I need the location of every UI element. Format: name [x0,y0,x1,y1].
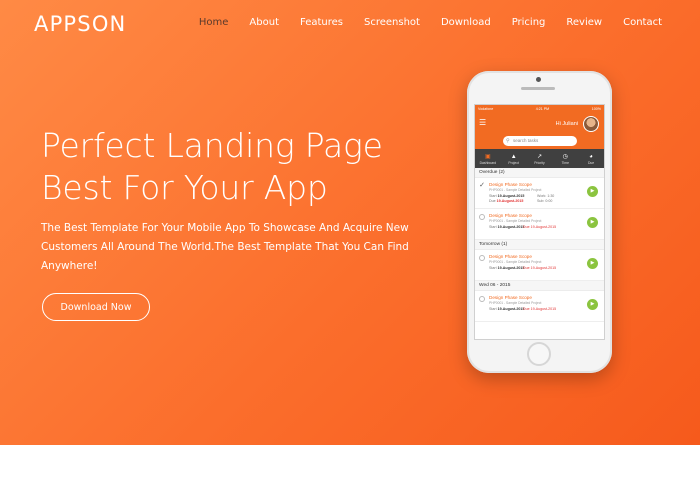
task-title: Design Phase Scope [489,182,532,187]
task-meta: Due 19-August-2015 [523,266,557,270]
play-icon[interactable]: ▶ [587,258,598,269]
task-subtitle: PHP0001 - Sample Detailed Project [489,188,542,192]
priority-icon: ↗ [536,153,542,160]
section-overdue: Overdue (2) [475,168,604,178]
task-meta: Due 19-August-2015 [523,225,557,229]
checkbox[interactable] [479,296,485,302]
hero-headline: Perfect Landing Page Best For Your App [41,125,383,209]
avatar[interactable] [583,116,599,132]
headline-line-1: Perfect Landing Page [41,126,383,165]
checkmark-icon[interactable]: ✓ [479,182,485,189]
tab-due[interactable]: ◕ Due [580,153,602,165]
hero-section: APPSON Home About Features Screenshot Do… [0,0,700,445]
tab-dashboard[interactable]: ▣ Dashboard [477,153,499,165]
task-meta: Due 19-August-2015 [523,307,557,311]
task-item[interactable]: Design Phase Scope PHP0001 - Sample Deta… [475,291,604,322]
play-icon[interactable]: ▶ [587,299,598,310]
search-input[interactable]: ⚲ search tasks [503,136,577,146]
phone-speaker [521,87,555,90]
tab-priority[interactable]: ↗ Priority [528,153,550,165]
checkbox[interactable] [479,255,485,261]
site-logo[interactable]: APPSON [34,12,126,36]
section-wed: Wed 06 - 2015 [475,281,604,291]
menu-icon[interactable]: ☰ [479,119,486,127]
section-tomorrow: Tomorrow (1) [475,240,604,250]
task-start: Start 19-August-2015 [489,307,525,311]
task-item[interactable]: ✓ Design Phase Scope PHP0001 - Sample De… [475,178,604,209]
project-icon: ▲ [510,153,517,160]
phone-mockup: Vodafone 4:21 PM 100% ☰ Hi Juliani ⚲ sea… [467,71,612,373]
nav-home[interactable]: Home [199,17,229,28]
play-icon[interactable]: ▶ [587,217,598,228]
headline-line-2: Best For Your App [41,168,328,207]
nav-contact[interactable]: Contact [623,17,662,28]
nav-download[interactable]: Download [441,17,491,28]
dashboard-icon: ▣ [485,153,491,160]
task-title: Design Phase Scope [489,295,532,300]
status-time: 4:21 PM [535,107,550,111]
phone-camera [536,77,541,82]
hero-subtext: The Best Template For Your Mobile App To… [41,222,409,272]
task-item[interactable]: Design Phase Scope PHP0001 - Sample Deta… [475,209,604,240]
task-title: Design Phase Scope [489,213,532,218]
task-start: Start 19-August-2015 [489,194,525,198]
task-subtitle: PHP0001 - Sample Detailed Project [489,260,542,264]
nav-screenshot[interactable]: Screenshot [364,17,420,28]
task-title: Design Phase Scope [489,254,532,259]
nav-pricing[interactable]: Pricing [512,17,546,28]
task-subtitle: PHP0001 - Sample Detailed Project [489,219,542,223]
due-icon: ◕ [589,153,593,160]
task-item[interactable]: Design Phase Scope PHP0001 - Sample Deta… [475,250,604,281]
task-due: Due 19-August-2015 [489,199,524,203]
task-start: Start 19-August-2015 [489,225,525,229]
play-icon[interactable]: ▶ [587,186,598,197]
download-now-button[interactable]: Download Now [42,293,150,321]
carrier-label: Vodafone [478,107,494,111]
app-tab-bar: ▣ Dashboard ▲ Project ↗ Priority ◷ Time ◕ Due [475,149,604,168]
checkbox[interactable] [479,214,485,220]
task-subtitle: PHP0001 - Sample Detailed Project [489,301,542,305]
task-meta: Sub: 0:00 [537,199,553,203]
task-start: Start 19-August-2015 [489,266,525,270]
main-nav: Home About Features Screenshot Download … [178,17,662,28]
search-icon: ⚲ [506,138,510,144]
phone-screen: Vodafone 4:21 PM 100% ☰ Hi Juliani ⚲ sea… [474,104,605,340]
nav-about[interactable]: About [249,17,279,28]
battery-label: 100% [591,107,601,111]
tab-time[interactable]: ◷ Time [554,153,576,165]
next-section [0,445,700,500]
greeting-text: Hi Juliani [555,121,578,127]
nav-review[interactable]: Review [566,17,602,28]
app-header: ☰ Hi Juliani [475,113,604,135]
status-bar: Vodafone 4:21 PM 100% [475,105,604,113]
search-placeholder: search tasks [513,138,539,143]
nav-features[interactable]: Features [300,17,343,28]
phone-home-button [527,342,551,366]
task-meta: Work: 1:30 [537,194,555,198]
search-row: ⚲ search tasks [475,135,604,149]
tab-project[interactable]: ▲ Project [503,153,525,165]
clock-icon: ◷ [562,153,568,160]
